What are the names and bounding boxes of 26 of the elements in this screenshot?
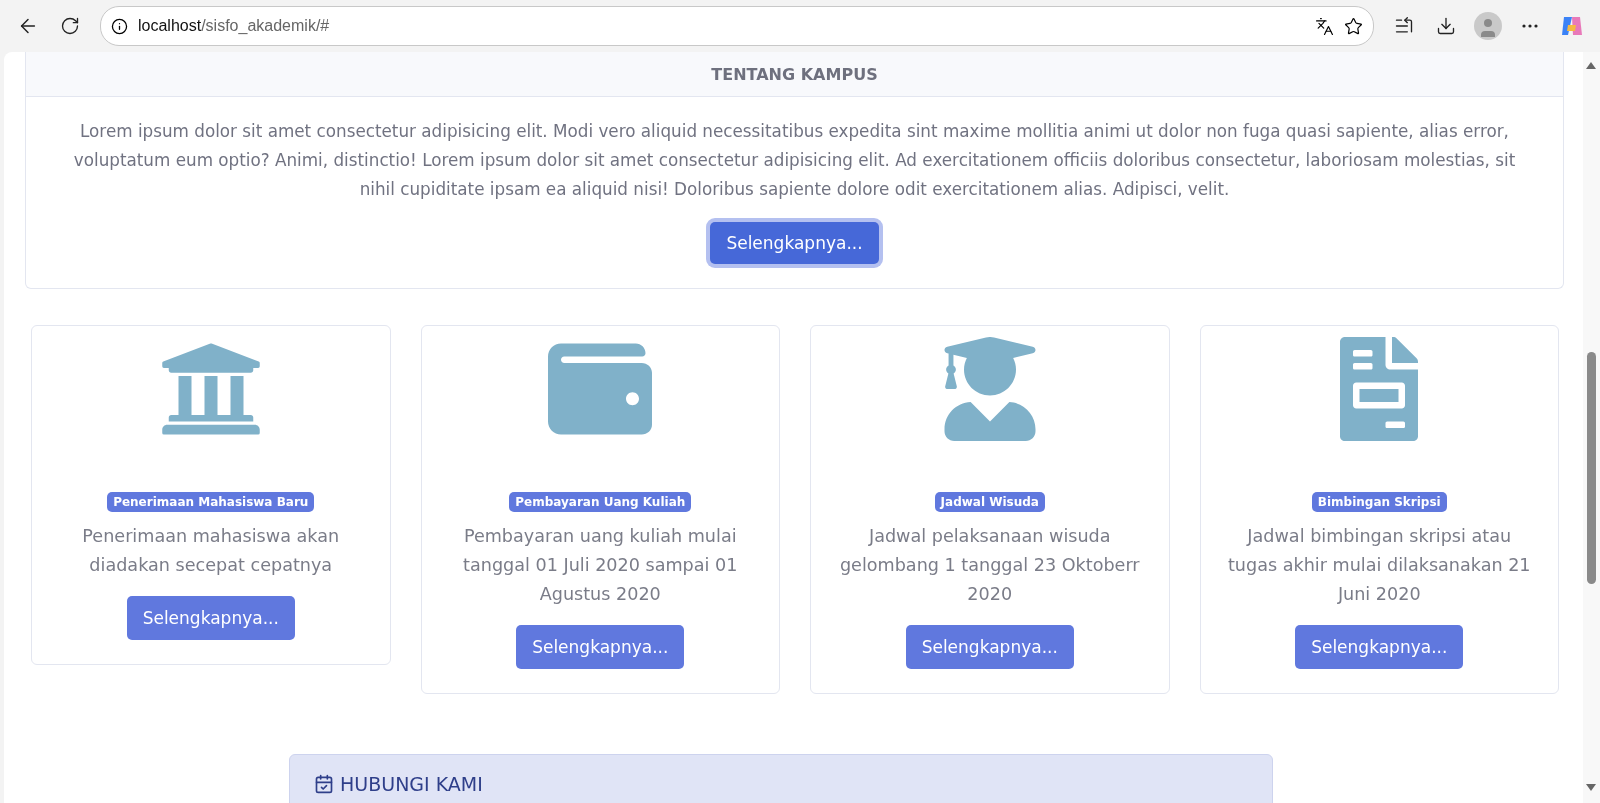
download-icon [1436, 16, 1456, 36]
reload-icon [60, 16, 80, 36]
service-description: Jadwal bimbingan skripsi atau tugas akhir mulai dilaksanakan 21 Juni 2020 [1226, 525, 1532, 606]
more-button[interactable]: Selengkapnya... [905, 625, 1074, 669]
service-description: Pembayaran uang kuliah mulai tanggal 01 Juli 2020 sampai 01 Agustus 2020 [462, 525, 739, 606]
scrollbar[interactable] [1583, 52, 1600, 803]
star-icon[interactable] [1344, 16, 1363, 36]
contact-title: HUBUNGI KAMI [340, 773, 483, 795]
service-badge: Bimbingan Skripsi [1311, 492, 1447, 512]
url-text: localhost/sisfo_akademik/# [138, 17, 331, 35]
calendar-icon [314, 774, 334, 794]
address-bar[interactable]: localhost/sisfo_akademik/# [100, 6, 1374, 46]
service-badge: Jadwal Wisuda [934, 492, 1045, 512]
more-icon [1522, 24, 1538, 28]
service-badge: Pembayaran Uang Kuliah [509, 492, 692, 512]
card-title: TENTANG KAMPUS [711, 64, 878, 84]
service-badge: Penerimaan Mahasiswa Baru [107, 492, 315, 512]
more-button[interactable]: Selengkapnya... [516, 625, 685, 669]
info-icon [111, 17, 128, 35]
more-button[interactable]: Selengkapnya... [1295, 625, 1464, 669]
translate-icon[interactable] [1315, 16, 1334, 36]
service-description: Penerimaan mahasiswa akan diadakan secepat cepatnya [81, 525, 341, 577]
more-button[interactable]: Selengkapnya... [126, 596, 295, 640]
about-paragraph: Lorem ipsum dolor sit amet consectetur adipisicing elit. Modi vero aliquid necessitatibus expedita sint maxime mollitia animi ut dolor non fuga quasi sapiente, alias error, voluptatum eum optio? Animi, distinctio! Lorem ipsum dolor sit amet consectetur adipisicing elit. Ad exercitationem officiis doloribus consectetur, laboriosam molestias, sit nihil cupiditate ipsam ea aliquid nisi! Doloribus sapiente dolore odit exercitationem alias. Adipisci, velit. [72, 120, 1517, 201]
favorites-icon [1394, 16, 1414, 36]
service-description: Jadwal pelaksanaan wisuda gelombang 1 tanggal 23 Oktoberr 2020 [838, 525, 1141, 606]
